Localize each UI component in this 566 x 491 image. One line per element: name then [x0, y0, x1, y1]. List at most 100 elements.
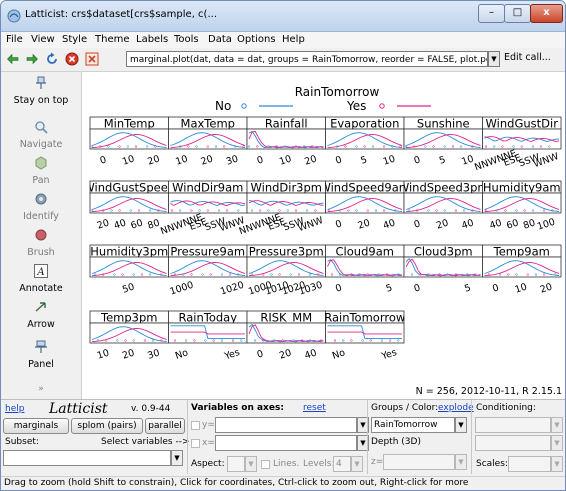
x-checkbox[interactable]: [191, 439, 200, 448]
marginals-button[interactable]: marginals: [3, 418, 69, 434]
tick-label: 60: [505, 218, 520, 232]
brush-label: Brush: [27, 247, 55, 258]
sidebar-more-button[interactable]: »: [1, 384, 81, 394]
refresh-icon[interactable]: [45, 52, 59, 66]
x-variable-input[interactable]: [215, 435, 357, 451]
z-variable-dropdown[interactable]: ▼: [455, 454, 467, 470]
parallel-button[interactable]: parallel: [145, 418, 185, 434]
reset-link[interactable]: reset: [303, 403, 326, 413]
menu-data[interactable]: Data: [208, 34, 232, 45]
brush-button[interactable]: Brush: [1, 228, 81, 258]
panel-temp9am: Temp9am 0 10 20: [482, 244, 562, 296]
tick-label: 20: [121, 348, 136, 362]
splom-button[interactable]: splom (pairs): [71, 418, 143, 434]
menu-view[interactable]: View: [31, 34, 55, 45]
close-button[interactable]: x: [530, 4, 563, 23]
control-panel: help Latticist v. 0.9-44 marginals splom…: [1, 399, 565, 476]
conditioning-dropdown-1[interactable]: ▼: [551, 417, 563, 433]
plot-area[interactable]: RainTomorrow No Yes MinTemp 0 10 20 MaxTemp 10 20…: [82, 72, 565, 399]
levels-input[interactable]: 4: [333, 456, 351, 472]
close-plot-icon[interactable]: [85, 52, 99, 66]
menu-theme[interactable]: Theme: [95, 34, 130, 45]
edit-call-button[interactable]: Edit call...: [504, 52, 551, 63]
z-label: z=: [371, 457, 384, 467]
scales-dropdown[interactable]: ▼: [551, 456, 563, 472]
tick-label: 100: [536, 217, 557, 233]
tick-label: 40: [382, 218, 397, 232]
levels-dropdown[interactable]: ▼: [351, 456, 363, 472]
panel-title: Cloud9am: [336, 245, 394, 259]
conditioning-dropdown-2[interactable]: ▼: [551, 435, 563, 451]
scales-select[interactable]: [508, 456, 551, 472]
conditioning-input-1[interactable]: [475, 417, 551, 433]
annotate-label: Annotate: [19, 283, 63, 294]
app-icon: [7, 9, 21, 23]
lines-checkbox[interactable]: [261, 460, 270, 469]
pan-icon: [35, 156, 47, 170]
panel-button[interactable]: Panel: [1, 340, 81, 370]
tick-label: 0: [256, 348, 265, 360]
pin-icon: [36, 76, 46, 89]
aspect-select[interactable]: [227, 456, 245, 472]
subset-label: Subset:: [5, 437, 39, 447]
z-variable-input[interactable]: [383, 454, 455, 470]
panel-box: [246, 322, 326, 344]
menu-help[interactable]: Help: [282, 34, 305, 45]
menu-labels[interactable]: Labels: [136, 34, 168, 45]
call-input[interactable]: marginal.plot(dat, data = dat, groups = …: [126, 51, 488, 67]
y-checkbox[interactable]: [191, 421, 200, 430]
tick-label: 0: [334, 282, 343, 294]
identify-button[interactable]: Identify: [1, 192, 81, 222]
panel-title: Humidity3pm: [90, 245, 168, 259]
pan-button[interactable]: Pan: [1, 156, 81, 186]
arrow-button[interactable]: Arrow: [1, 300, 81, 330]
menu-style[interactable]: Style: [62, 34, 87, 45]
subset-input[interactable]: [3, 450, 171, 466]
panel-title: Rainfall: [265, 117, 308, 131]
panel-label: Panel: [28, 359, 54, 370]
menu-file[interactable]: File: [6, 34, 23, 45]
legend-marker-no: [241, 103, 247, 109]
minimize-button[interactable]: –: [478, 4, 505, 23]
tick-label: 20: [303, 154, 318, 168]
tick-label: 5: [438, 154, 447, 166]
call-history-dropdown[interactable]: ▼: [488, 51, 500, 67]
tick-label: 0: [413, 154, 422, 166]
window-title: Latticist: crs$dataset[crs$sample, c(...: [25, 9, 217, 20]
help-link[interactable]: help: [5, 404, 24, 414]
svg-text:A: A: [36, 267, 44, 278]
groups-select[interactable]: RainTomorrow: [371, 417, 455, 433]
divider: [471, 400, 472, 474]
maximize-button[interactable]: □: [504, 4, 531, 23]
panel-title: WindGustSpeed: [83, 181, 175, 195]
panel-title: WindSpeed9am: [319, 181, 410, 195]
back-icon[interactable]: [6, 52, 20, 66]
panel-raintomorrow: RainTomorrow No Yes: [325, 310, 405, 363]
menu-tools[interactable]: Tools: [174, 34, 199, 45]
navigate-button[interactable]: Navigate: [1, 120, 81, 150]
y-variable-input[interactable]: [215, 417, 357, 433]
annotate-button[interactable]: A Annotate: [1, 264, 81, 294]
lines-label: Lines.: [273, 459, 300, 469]
status-bar: Drag to zoom (hold Shift to constrain), …: [1, 476, 565, 490]
variables-on-axes-label: Variables on axes:: [191, 403, 284, 413]
groups-dropdown[interactable]: ▼: [455, 417, 467, 433]
aspect-dropdown[interactable]: ▼: [245, 456, 257, 472]
tick-label: 0: [413, 282, 422, 294]
menu-options[interactable]: Options: [237, 34, 276, 45]
stay-on-top-label: Stay on top: [13, 95, 69, 106]
tick-label: 0: [256, 154, 265, 166]
conditioning-input-2[interactable]: [475, 435, 551, 451]
tick-label: 5: [385, 282, 394, 294]
forward-icon[interactable]: [25, 52, 39, 66]
tick-label: 20: [539, 282, 554, 296]
tick-label: 0: [413, 218, 422, 230]
panel-windgustdir: WindGustDirNNWNNEESESSWWNW: [473, 116, 562, 173]
panel-title: Pressure3pm: [249, 245, 324, 259]
panel-maxtemp: MaxTemp 10 20 30: [168, 116, 248, 168]
stop-icon[interactable]: [65, 52, 79, 66]
subset-dropdown[interactable]: ▼: [171, 450, 183, 466]
explode-link[interactable]: explode: [438, 403, 474, 413]
tick-label: 0: [334, 154, 343, 166]
stay-on-top-button[interactable]: Stay on top: [1, 76, 81, 106]
